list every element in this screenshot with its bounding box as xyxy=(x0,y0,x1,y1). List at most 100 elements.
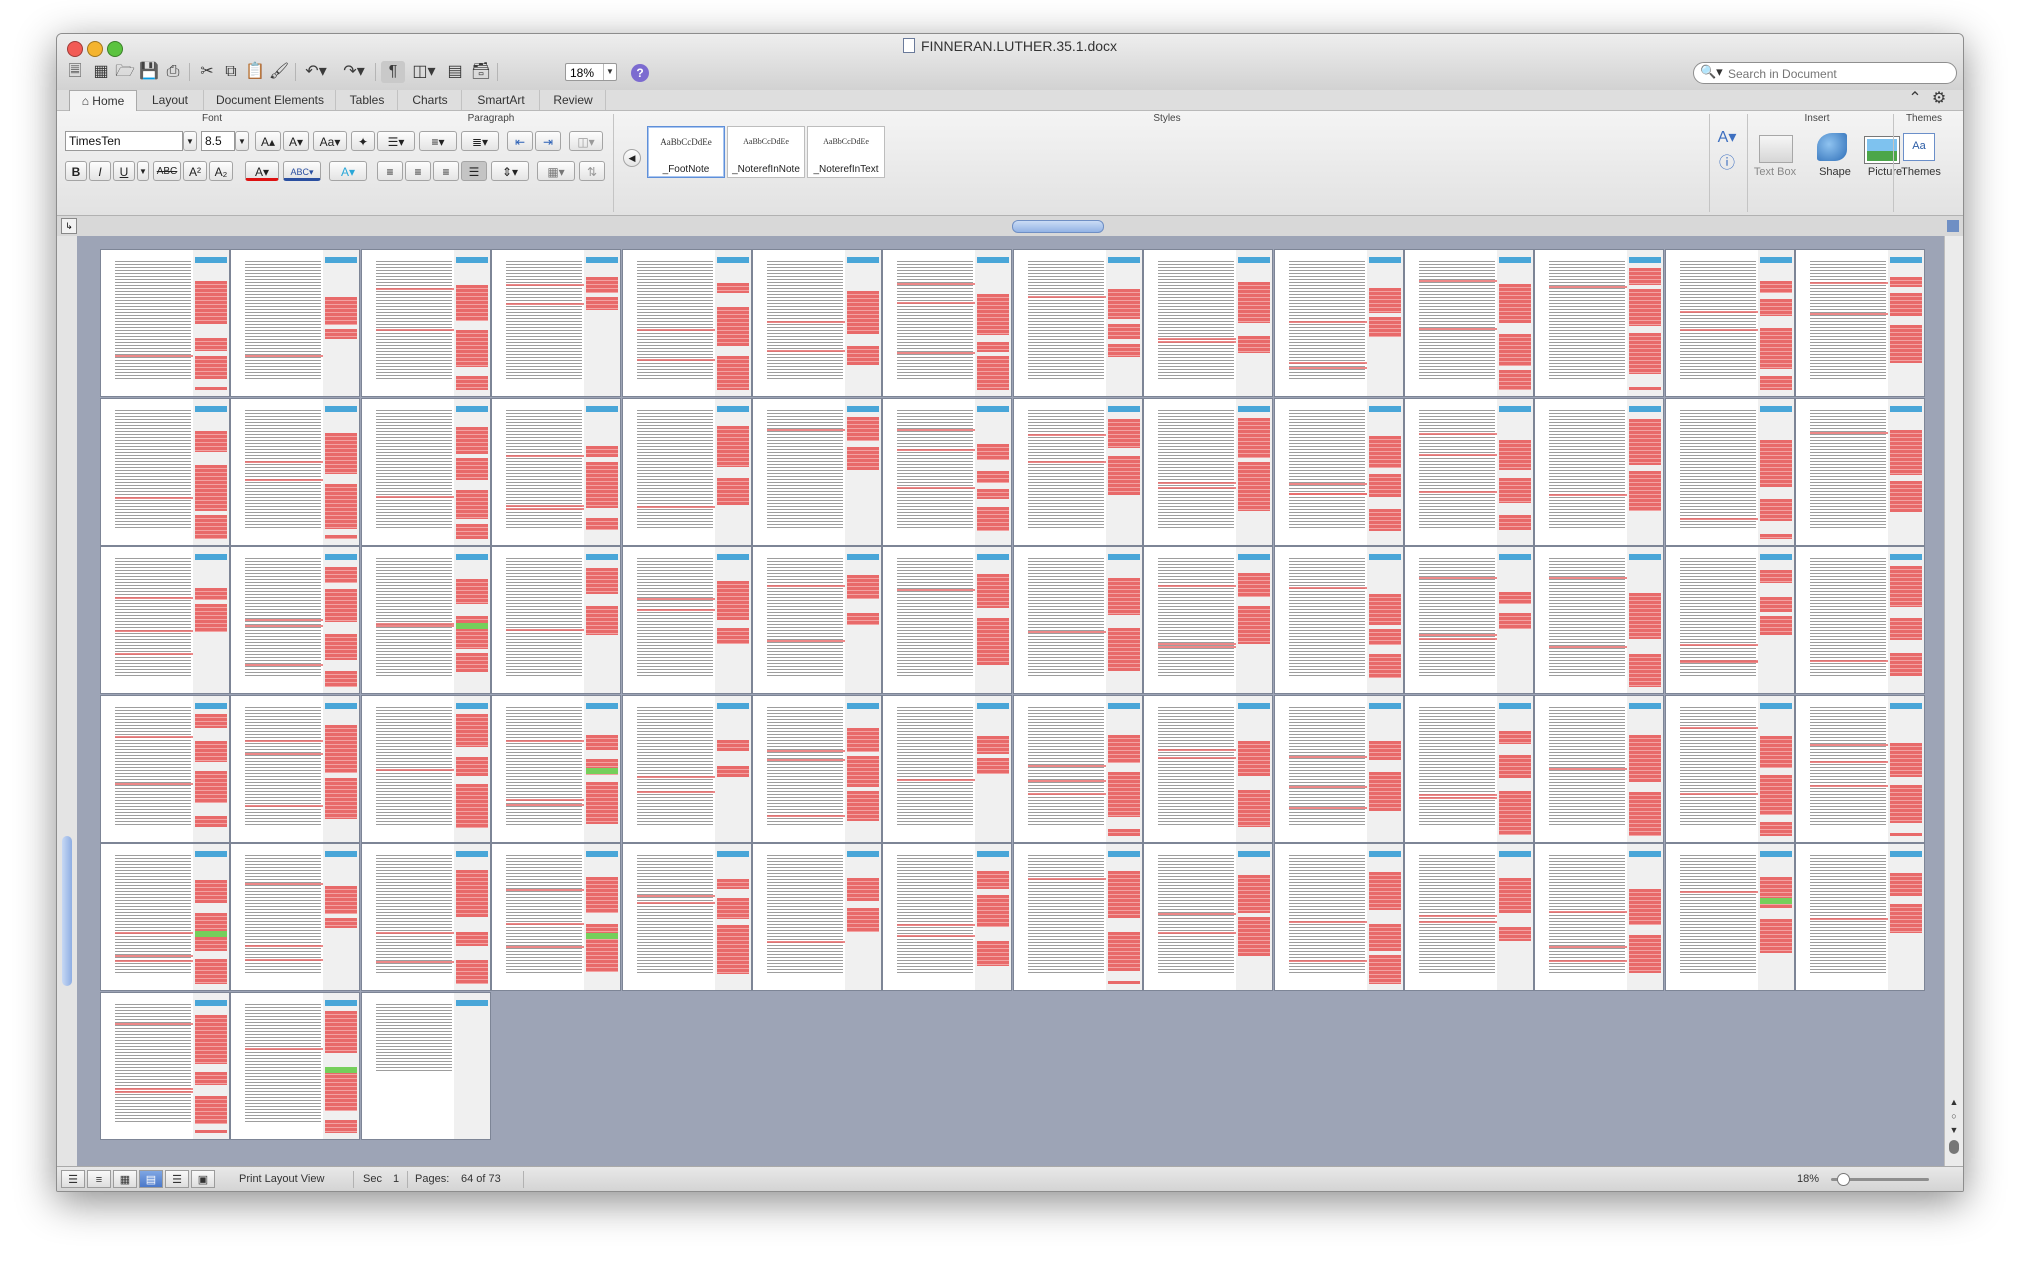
tracked-change-balloon[interactable] xyxy=(1369,924,1401,951)
tracked-change-balloon[interactable] xyxy=(1108,324,1140,339)
highlight-balloon[interactable] xyxy=(586,933,618,939)
page-thumbnail[interactable] xyxy=(492,399,620,545)
tracked-change-balloon[interactable] xyxy=(325,671,357,687)
vertical-scrollbar[interactable]: ▲ ○ ▼ xyxy=(1944,236,1963,1166)
tracked-change-balloon[interactable] xyxy=(325,297,357,325)
tracked-change-balloon[interactable] xyxy=(586,606,618,635)
underline-button[interactable]: U xyxy=(113,161,135,181)
font-color-icon[interactable]: A▾ xyxy=(245,161,279,181)
page-thumbnail[interactable] xyxy=(1405,250,1533,396)
tracked-change-balloon[interactable] xyxy=(456,653,488,672)
tracked-change-balloon[interactable] xyxy=(717,307,749,346)
horizontal-ruler[interactable] xyxy=(1012,220,1104,233)
page-thumbnail[interactable] xyxy=(101,250,229,396)
page-thumbnail[interactable] xyxy=(1666,844,1794,990)
comment-balloon[interactable] xyxy=(1499,554,1531,560)
tracked-change-balloon[interactable] xyxy=(1890,785,1922,823)
tracked-change-balloon[interactable] xyxy=(1890,618,1922,640)
print-layout-view-button[interactable]: ▤ xyxy=(139,1170,163,1188)
tracked-change-balloon[interactable] xyxy=(977,895,1009,927)
tracked-change-balloon[interactable] xyxy=(195,465,227,511)
tracked-change-balloon[interactable] xyxy=(977,871,1009,889)
tracked-change-balloon[interactable] xyxy=(1629,419,1661,465)
tracked-change-balloon[interactable] xyxy=(1760,299,1792,316)
page-thumbnail[interactable] xyxy=(1275,250,1403,396)
tracked-change-balloon[interactable] xyxy=(456,870,488,917)
page-thumbnail[interactable] xyxy=(362,993,490,1139)
tracked-change-balloon[interactable] xyxy=(456,427,488,454)
numbering-icon[interactable]: ≡▾ xyxy=(419,131,457,151)
page-thumbnail[interactable] xyxy=(753,250,881,396)
tracked-change-balloon[interactable] xyxy=(1890,904,1922,933)
tracked-change-balloon[interactable] xyxy=(1369,288,1401,313)
template-gallery-icon[interactable]: ▦ xyxy=(89,61,113,83)
font-name-dropdown-icon[interactable]: ▼ xyxy=(183,131,197,151)
highlight-balloon[interactable] xyxy=(195,931,227,937)
tracked-change-balloon[interactable] xyxy=(456,932,488,946)
tracked-change-balloon[interactable] xyxy=(586,518,618,530)
tracked-change-balloon[interactable] xyxy=(977,294,1009,335)
open-folder-icon[interactable]: 🗁 xyxy=(113,61,137,83)
styles-gallery-icon[interactable]: ⓘ xyxy=(1715,153,1739,175)
tracked-change-balloon[interactable] xyxy=(977,507,1009,531)
highlight-balloon[interactable] xyxy=(325,1067,357,1073)
tracked-change-balloon[interactable] xyxy=(586,877,618,913)
document-canvas[interactable] xyxy=(77,236,1945,1166)
comment-balloon[interactable] xyxy=(1238,703,1270,709)
page-thumbnail[interactable] xyxy=(1014,844,1142,990)
tracked-change-balloon[interactable] xyxy=(977,356,1009,390)
tracked-change-balloon[interactable] xyxy=(1760,440,1792,487)
tracked-change-balloon[interactable] xyxy=(456,285,488,321)
tracked-change-balloon[interactable] xyxy=(325,778,357,819)
media-browser-icon[interactable]: ▤ xyxy=(443,61,467,83)
redo-icon[interactable]: ↷▾ xyxy=(339,61,369,83)
tracked-change-balloon[interactable] xyxy=(1629,654,1661,687)
tracked-change-balloon[interactable] xyxy=(1760,281,1792,293)
comment-balloon[interactable] xyxy=(325,1000,357,1006)
comment-balloon[interactable] xyxy=(717,851,749,857)
borders-icon[interactable]: ▦▾ xyxy=(537,161,575,181)
sort-icon[interactable]: ⇅ xyxy=(579,161,605,181)
tracked-change-balloon[interactable] xyxy=(1238,282,1270,323)
tab-home[interactable]: ⌂ Home xyxy=(69,90,137,112)
line-spacing-icon[interactable]: ⇕▾ xyxy=(491,161,529,181)
page-thumbnail[interactable] xyxy=(1796,250,1924,396)
ribbon-settings-icon[interactable]: ⚙ xyxy=(1927,88,1951,110)
page-thumbnail[interactable] xyxy=(1535,696,1663,842)
tracked-change-balloon[interactable] xyxy=(1760,822,1792,836)
tracked-change-balloon[interactable] xyxy=(1499,927,1531,941)
zoom-slider-knob[interactable] xyxy=(1837,1173,1850,1186)
page-thumbnail[interactable] xyxy=(1666,399,1794,545)
styles-pane-icon[interactable]: A▾ xyxy=(1715,127,1739,149)
tracked-change-balloon[interactable] xyxy=(1369,955,1401,984)
comment-balloon[interactable] xyxy=(1238,406,1270,412)
style-noteref-in-text[interactable]: AaBbCcDdEe _NoterefInText xyxy=(807,126,885,178)
tracked-change-balloon[interactable] xyxy=(195,1015,227,1064)
increase-indent-icon[interactable]: ⇥ xyxy=(535,131,561,151)
comment-balloon[interactable] xyxy=(1108,851,1140,857)
comment-balloon[interactable] xyxy=(1890,257,1922,263)
tracked-change-balloon[interactable] xyxy=(977,941,1009,966)
tracked-change-balloon[interactable] xyxy=(456,757,488,776)
page-thumbnail[interactable] xyxy=(231,844,359,990)
underline-dropdown-icon[interactable]: ▼ xyxy=(137,161,149,181)
tracked-change-balloon[interactable] xyxy=(1108,289,1140,319)
comment-balloon[interactable] xyxy=(1760,554,1792,560)
tracked-change-balloon[interactable] xyxy=(586,735,618,750)
comment-balloon[interactable] xyxy=(1890,554,1922,560)
page-thumbnail[interactable] xyxy=(362,547,490,693)
comment-balloon[interactable] xyxy=(1238,554,1270,560)
format-painter-icon[interactable]: 🖌 xyxy=(267,61,291,83)
justify-icon[interactable]: ☰ xyxy=(461,161,487,181)
tracked-change-balloon[interactable] xyxy=(847,908,879,932)
next-page-icon[interactable]: ▼ xyxy=(1946,1124,1962,1136)
split-view-handle[interactable] xyxy=(1947,220,1959,232)
columns-icon[interactable]: ◫▾ xyxy=(569,131,603,151)
text-box-icon[interactable] xyxy=(1759,135,1793,163)
page-thumbnail[interactable] xyxy=(101,993,229,1139)
tracked-change-balloon[interactable] xyxy=(1108,829,1140,836)
browse-object-icon[interactable]: ○ xyxy=(1946,1110,1962,1122)
comment-balloon[interactable] xyxy=(586,257,618,263)
tracked-change-balloon[interactable] xyxy=(1369,594,1401,625)
tracked-change-balloon[interactable] xyxy=(195,515,227,539)
